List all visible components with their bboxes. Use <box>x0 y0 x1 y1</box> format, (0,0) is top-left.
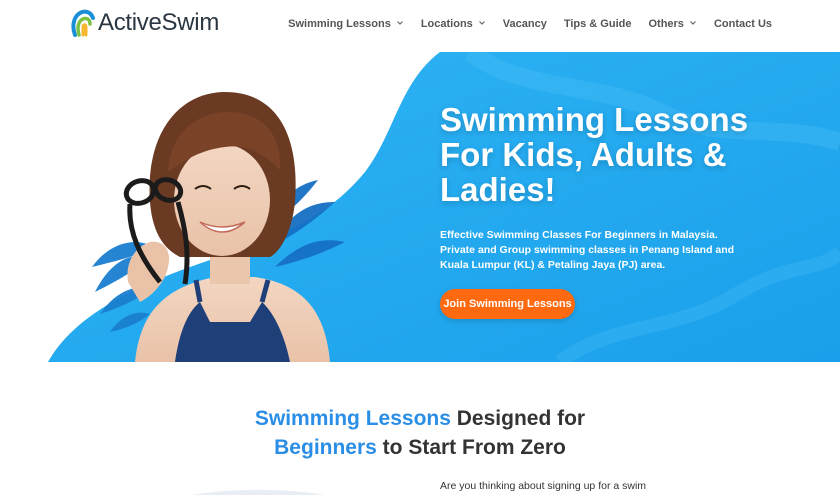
chevron-down-icon <box>396 21 403 25</box>
hero-description: Effective Swimming Classes For Beginners… <box>440 229 735 271</box>
join-swimming-lessons-button[interactable]: Join Swimming Lessons <box>440 289 575 319</box>
main-nav: Swimming Lessons Locations Vacancy Tips … <box>271 18 772 30</box>
nav-label: Others <box>648 18 684 30</box>
nav-label: Locations <box>420 18 473 30</box>
logo[interactable]: ActiveSwim <box>70 9 219 37</box>
hero-background <box>48 52 840 362</box>
hero-section: Swimming Lessons For Kids, Adults & Ladi… <box>0 52 840 362</box>
nav-label: Contact Us <box>713 18 772 30</box>
heading-text-2: to Start From Zero <box>376 436 566 459</box>
nav-item-swimming-lessons[interactable]: Swimming Lessons <box>288 18 404 30</box>
logo-text: ActiveSwim <box>98 9 220 36</box>
chevron-down-icon <box>478 21 485 25</box>
site-header: ActiveSwim Swimming Lessons Locations Va… <box>0 0 840 52</box>
nav-label: Vacancy <box>502 18 547 30</box>
nav-item-tips-guide[interactable]: Tips & Guide <box>564 18 632 30</box>
hero-title: Swimming Lessons For Kids, Adults & Ladi… <box>440 101 749 208</box>
section-body-text: Are you thinking about signing up for a … <box>440 480 647 492</box>
section-heading: Swimming Lessons Designed for Beginners … <box>0 404 840 462</box>
nav-item-locations[interactable]: Locations <box>421 18 486 30</box>
section-image-top <box>192 489 326 495</box>
chevron-down-icon <box>690 21 696 25</box>
heading-accent-2: Beginners <box>274 436 377 459</box>
nav-item-contact-us[interactable]: Contact Us <box>714 18 772 30</box>
nav-item-vacancy[interactable]: Vacancy <box>503 18 547 30</box>
nav-item-others[interactable]: Others <box>648 18 696 30</box>
nav-label: Tips & Guide <box>563 18 632 30</box>
heading-text-1: Designed for <box>450 407 586 430</box>
nav-label: Swimming Lessons <box>288 18 391 30</box>
activeswim-logo-icon <box>71 9 95 37</box>
heading-accent-1: Swimming Lessons <box>254 407 451 430</box>
